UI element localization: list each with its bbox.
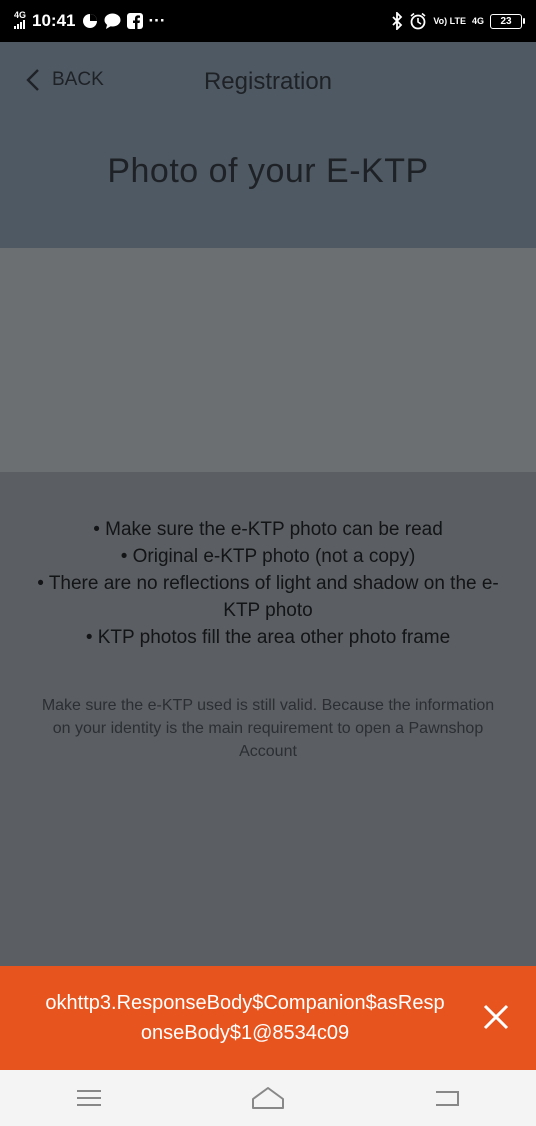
error-toast: okhttp3.ResponseBody$Companion$asRespons… (0, 966, 536, 1070)
notification-pie-icon (82, 14, 97, 28)
requirements-list: • Make sure the e-KTP photo can be read … (30, 516, 506, 651)
instructions-panel: • Make sure the e-KTP photo can be read … (0, 472, 536, 966)
bluetooth-icon (392, 12, 403, 30)
signal-icon: 4G (14, 11, 26, 31)
home-button[interactable] (238, 1078, 298, 1118)
back-arrow-icon (435, 1091, 459, 1106)
registration-header: BACK Registration Photo of your E-KTP (0, 42, 536, 248)
requirement-item: • There are no reflections of light and … (37, 573, 499, 621)
menu-icon (77, 1090, 102, 1106)
toast-close-button[interactable] (482, 1003, 510, 1036)
volte-icon: Vo) LTE (433, 15, 466, 26)
screen-title: Registration (203, 68, 333, 95)
requirement-item: • Original e-KTP photo (not a copy) (120, 546, 416, 567)
validity-note: Make sure the e-KTP used is still valid.… (41, 697, 495, 760)
page-heading: Photo of your E-KTP (107, 152, 429, 190)
requirement-item: • Make sure the e-KTP photo can be read (93, 519, 443, 540)
ktp-photo-frame[interactable] (0, 248, 536, 472)
toast-message: okhttp3.ResponseBody$Companion$asRespons… (45, 992, 445, 1044)
chat-bubble-icon (104, 13, 120, 29)
alarm-icon (410, 12, 426, 30)
requirement-item: • KTP photos fill the area other photo f… (85, 627, 451, 648)
battery-icon: 23 (490, 13, 525, 29)
home-icon (251, 1087, 284, 1109)
system-nav-bar (0, 1070, 536, 1126)
facebook-icon (126, 13, 143, 29)
network-4g-icon: 4G (471, 15, 484, 26)
close-icon (483, 1004, 509, 1030)
clock: 10:41 (32, 11, 76, 30)
more-indicator: ··· (148, 11, 166, 30)
back-nav-button[interactable] (417, 1078, 477, 1118)
menu-button[interactable] (59, 1078, 119, 1118)
status-bar: 4G 10:41 ··· Vo) LTE 4G 23 (0, 0, 536, 42)
